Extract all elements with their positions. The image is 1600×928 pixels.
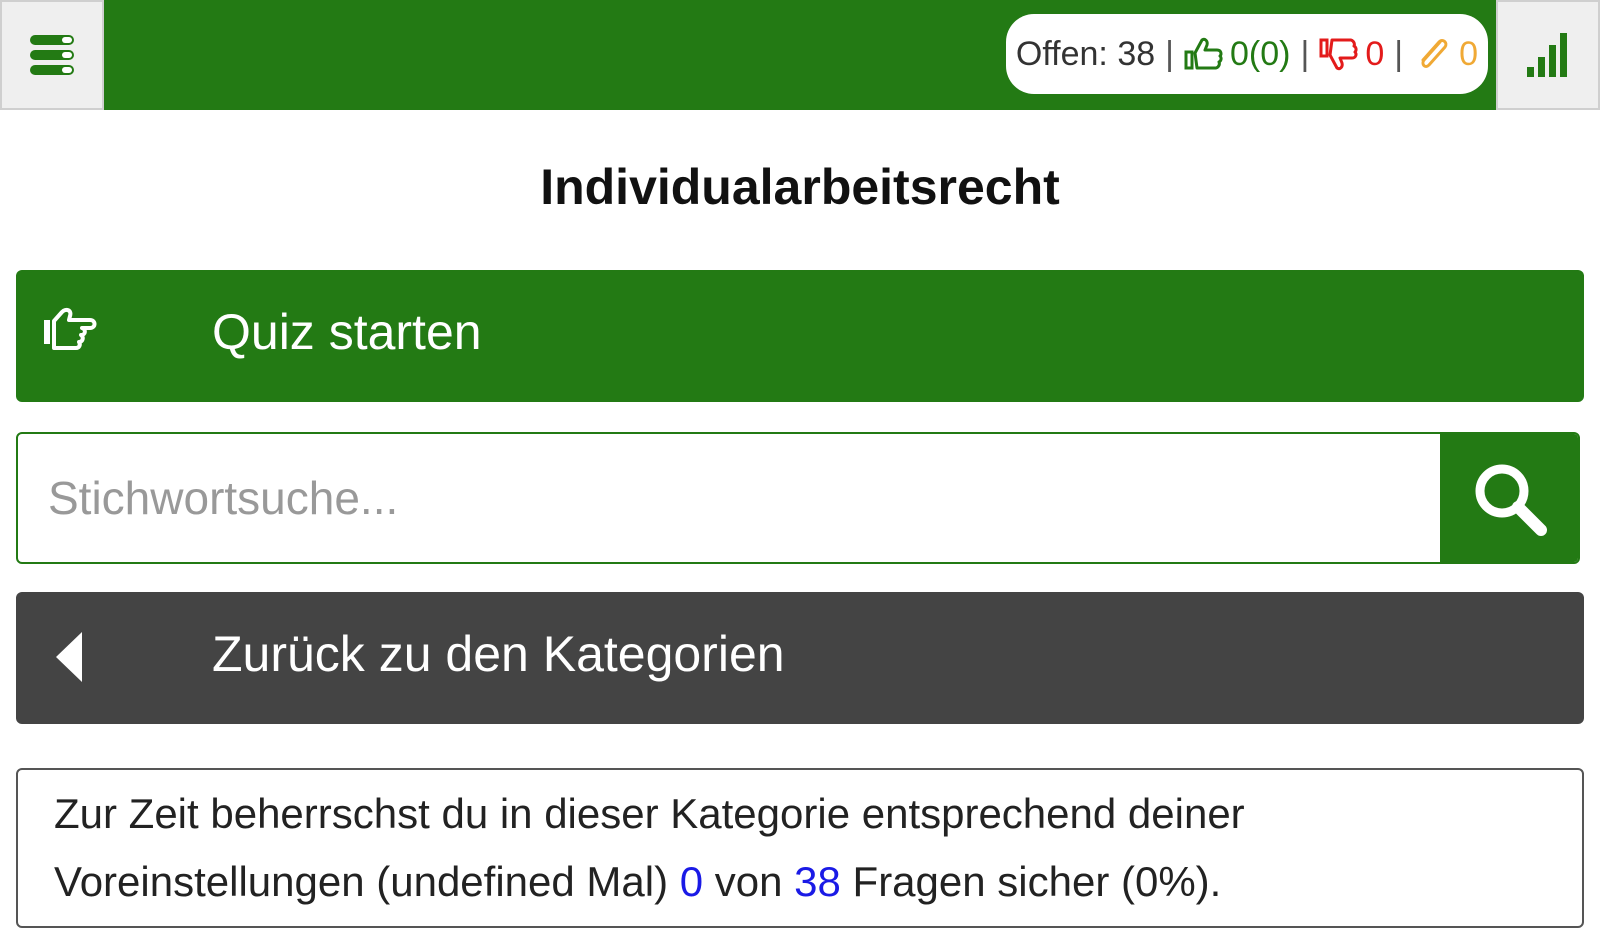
marked-stat: 0: [1413, 34, 1478, 74]
start-quiz-label: Quiz starten: [212, 304, 482, 360]
info-middle: von: [703, 858, 795, 905]
page-title: Individualarbeitsrecht: [540, 159, 1060, 215]
search-icon: [1475, 464, 1547, 536]
paperclip-icon: [1421, 39, 1448, 68]
info-suffix: Fragen sicher (0%).: [840, 858, 1222, 905]
caret-left-icon: [54, 630, 84, 689]
pointing-hand-icon: [42, 304, 102, 359]
separator: |: [1165, 34, 1174, 73]
info-line-1: Zur Zeit beherrschst du in dieser Katego…: [54, 790, 1245, 837]
correct-count: 0(0): [1230, 34, 1291, 73]
thumbs-down-icon: [1319, 38, 1358, 71]
start-quiz-button[interactable]: Quiz starten: [16, 270, 1584, 402]
separator: |: [1394, 34, 1404, 73]
statistics-button[interactable]: [1496, 0, 1600, 110]
progress-info-box: Zur Zeit beherrschst du in dieser Katego…: [16, 768, 1584, 928]
separator: |: [1300, 34, 1310, 73]
info-prefix: Voreinstellungen (undefined Mal): [54, 858, 680, 905]
wrong-stat: 0: [1319, 34, 1384, 74]
marked-count: 0: [1459, 34, 1478, 73]
search-bar: [16, 432, 1580, 564]
menu-icon: [30, 35, 74, 75]
menu-button[interactable]: [0, 0, 104, 110]
mastered-count: 0: [679, 858, 704, 905]
thumbs-up-icon: [1184, 37, 1223, 70]
total-count: 38: [794, 858, 841, 905]
search-button[interactable]: [1440, 434, 1578, 562]
signal-bars-icon: [1527, 33, 1567, 77]
search-input[interactable]: [18, 434, 1442, 562]
back-to-categories-button[interactable]: Zurück zu den Kategorien: [16, 592, 1584, 724]
info-line-2: Voreinstellungen (undefined Mal) 0 von 3…: [54, 848, 1546, 916]
stats-pill: Offen: 38 | 0(0) | 0 | 0: [1005, 14, 1488, 94]
wrong-count: 0: [1365, 34, 1385, 73]
open-count: Offen: 38: [1015, 34, 1156, 73]
back-to-categories-label: Zurück zu den Kategorien: [212, 626, 785, 682]
header-bar: Offen: 38 | 0(0) | 0 | 0: [104, 0, 1496, 110]
correct-stat: 0(0): [1184, 34, 1290, 74]
